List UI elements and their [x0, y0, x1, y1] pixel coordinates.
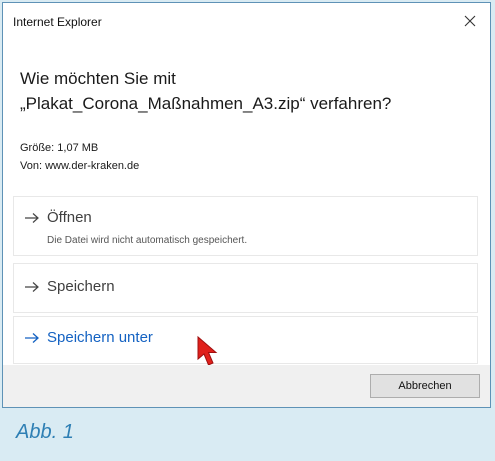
open-option-description: Die Datei wird nicht automatisch gespeic… [47, 235, 248, 246]
download-dialog: Internet Explorer Wie möchten Sie mit „P… [2, 2, 491, 408]
arrow-right-icon [25, 212, 39, 223]
question-line-1: Wie möchten Sie mit [20, 69, 176, 88]
download-question: Wie möchten Sie mit „Plakat_Corona_Maßna… [20, 66, 480, 116]
save-as-option[interactable]: Speichern unter [13, 316, 478, 364]
arrow-right-icon [25, 281, 39, 292]
close-button[interactable] [456, 7, 484, 35]
file-source: Von: www.der-kraken.de [20, 160, 140, 172]
dialog-title: Internet Explorer [13, 15, 102, 29]
arrow-right-icon [25, 332, 39, 343]
question-line-2: „Plakat_Corona_Maßnahmen_A3.zip“ verfahr… [20, 94, 392, 113]
save-option[interactable]: Speichern [13, 263, 478, 313]
cancel-button[interactable]: Abbrechen [370, 374, 480, 398]
figure-caption: Abb. 1 [16, 421, 74, 443]
file-size: Größe: 1,07 MB [20, 142, 99, 154]
mouse-pointer-icon [197, 335, 218, 366]
file-info: Größe: 1,07 MB Von: www.der-kraken.de [20, 139, 139, 175]
save-option-label: Speichern [47, 278, 115, 295]
close-icon [464, 15, 476, 27]
open-option-label: Öffnen [47, 209, 92, 226]
open-option[interactable]: Öffnen Die Datei wird nicht automatisch … [13, 196, 478, 256]
save-as-option-label: Speichern unter [47, 329, 153, 346]
dialog-footer: Abbrechen [3, 365, 490, 407]
title-bar: Internet Explorer [3, 3, 490, 39]
